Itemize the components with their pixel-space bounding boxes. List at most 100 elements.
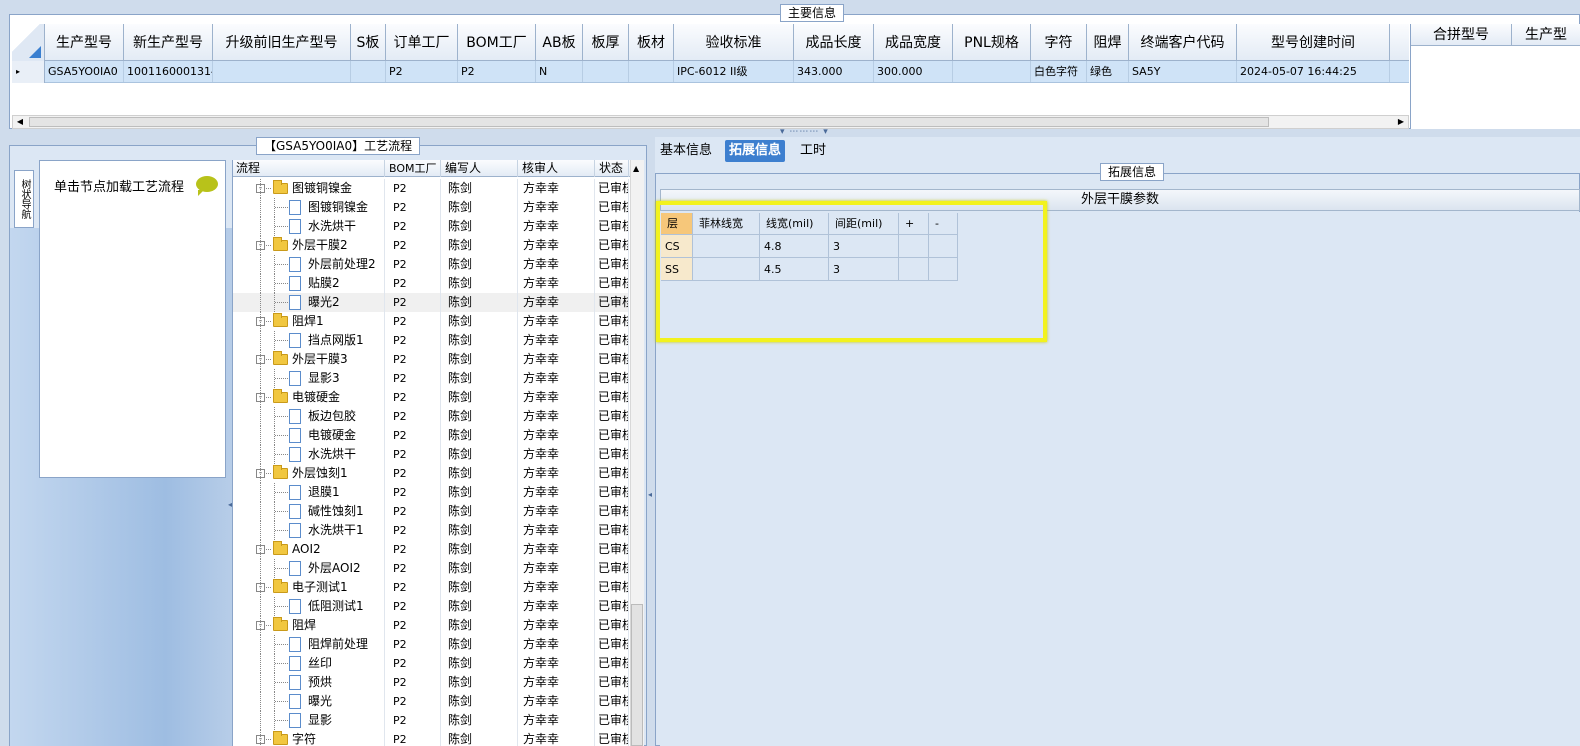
tree-node[interactable]: 图镀铜镍金 bbox=[233, 198, 385, 217]
main-col-15[interactable]: 终端客户代码 bbox=[1129, 24, 1237, 60]
writer-cell[interactable]: 陈剑 bbox=[442, 407, 518, 426]
reviewer-cell[interactable]: 方幸幸 bbox=[519, 464, 595, 483]
main-col-3[interactable]: S板 bbox=[351, 24, 386, 60]
writer-cell[interactable]: 陈剑 bbox=[442, 540, 518, 559]
main-cell-4[interactable]: P2 bbox=[386, 61, 458, 82]
splitter-grip-icon[interactable]: ▾ ⋯⋯⋯ ▾ bbox=[780, 127, 829, 137]
tree-row[interactable]: 外层AOI2 P2陈剑方幸幸已审核 bbox=[233, 559, 629, 578]
writer-cell[interactable]: 陈剑 bbox=[442, 293, 518, 312]
bom-factory-cell[interactable]: P2 bbox=[386, 578, 441, 597]
bom-factory-cell[interactable]: P2 bbox=[386, 293, 441, 312]
status-cell[interactable]: 已审核 bbox=[596, 692, 629, 711]
tree-node[interactable]: 预烘 bbox=[233, 673, 385, 692]
main-cell-9[interactable]: IPC-6012 II级 bbox=[674, 61, 794, 82]
tree-node[interactable]: 丝印 bbox=[233, 654, 385, 673]
bom-factory-cell[interactable]: P2 bbox=[386, 692, 441, 711]
status-cell[interactable]: 已审核 bbox=[596, 521, 629, 540]
status-cell[interactable]: 已审核 bbox=[596, 635, 629, 654]
reviewer-cell[interactable]: 方幸幸 bbox=[519, 711, 595, 730]
reviewer-cell[interactable]: 方幸幸 bbox=[519, 388, 595, 407]
scroll-left-icon[interactable]: ◀ bbox=[13, 116, 27, 128]
writer-cell[interactable]: 陈剑 bbox=[442, 730, 518, 746]
tree-node[interactable]: - 外层蚀刻1 bbox=[233, 464, 385, 483]
tree-node[interactable]: 退膜1 bbox=[233, 483, 385, 502]
tree-node[interactable]: 外层前处理2 bbox=[233, 255, 385, 274]
tree-nav-tab[interactable]: 树状导航 bbox=[14, 170, 34, 228]
writer-cell[interactable]: 陈剑 bbox=[442, 711, 518, 730]
status-cell[interactable]: 已审核 bbox=[596, 578, 629, 597]
status-cell[interactable]: 已审核 bbox=[596, 179, 629, 198]
tree-row[interactable]: 贴膜2 P2陈剑方幸幸已审核 bbox=[233, 274, 629, 293]
writer-cell[interactable]: 陈剑 bbox=[442, 312, 518, 331]
main-cell-13[interactable]: 白色字符 bbox=[1031, 61, 1087, 82]
main-col-7[interactable]: 板厚 bbox=[583, 24, 629, 60]
writer-cell[interactable]: 陈剑 bbox=[442, 597, 518, 616]
bom-factory-cell[interactable]: P2 bbox=[386, 255, 441, 274]
tree-node[interactable]: 曝光2 bbox=[233, 293, 385, 312]
reviewer-cell[interactable]: 方幸幸 bbox=[519, 331, 595, 350]
writer-cell[interactable]: 陈剑 bbox=[442, 236, 518, 255]
tree-node[interactable]: 显影3 bbox=[233, 369, 385, 388]
reviewer-cell[interactable]: 方幸幸 bbox=[519, 673, 595, 692]
main-cell-12[interactable] bbox=[953, 61, 1031, 82]
status-cell[interactable]: 已审核 bbox=[596, 540, 629, 559]
scroll-thumb[interactable] bbox=[29, 117, 1269, 127]
writer-cell[interactable]: 陈剑 bbox=[442, 388, 518, 407]
status-cell[interactable]: 已审核 bbox=[596, 464, 629, 483]
status-cell[interactable]: 已审核 bbox=[596, 502, 629, 521]
reviewer-cell[interactable]: 方幸幸 bbox=[519, 407, 595, 426]
tree-row[interactable]: 退膜1 P2陈剑方幸幸已审核 bbox=[233, 483, 629, 502]
status-cell[interactable]: 已审核 bbox=[596, 274, 629, 293]
tree-node[interactable]: - 外层干膜3 bbox=[233, 350, 385, 369]
tab-basic-info[interactable]: 基本信息 bbox=[656, 140, 716, 162]
main-col-10[interactable]: 成品长度 bbox=[794, 24, 874, 60]
tree-node[interactable]: 外层AOI2 bbox=[233, 559, 385, 578]
col-status[interactable]: 状态 bbox=[596, 160, 629, 177]
main-cell-0[interactable]: GSA5YO0IA0 bbox=[45, 61, 124, 82]
bom-factory-cell[interactable]: P2 bbox=[386, 730, 441, 746]
main-cell-6[interactable]: N bbox=[536, 61, 583, 82]
status-cell[interactable]: 已审核 bbox=[596, 654, 629, 673]
reviewer-cell[interactable]: 方幸幸 bbox=[519, 293, 595, 312]
status-cell[interactable]: 已审核 bbox=[596, 616, 629, 635]
tree-node[interactable]: 水洗烘干1 bbox=[233, 521, 385, 540]
writer-cell[interactable]: 陈剑 bbox=[442, 635, 518, 654]
tree-node[interactable]: 挡点网版1 bbox=[233, 331, 385, 350]
writer-cell[interactable]: 陈剑 bbox=[442, 521, 518, 540]
col-merged-model[interactable]: 合拼型号 bbox=[1411, 24, 1512, 46]
main-cell-2[interactable] bbox=[213, 61, 351, 82]
col-production[interactable]: 生产型 bbox=[1512, 24, 1580, 46]
bom-factory-cell[interactable]: P2 bbox=[386, 369, 441, 388]
col-writer[interactable]: 编写人 bbox=[442, 160, 518, 177]
reviewer-cell[interactable]: 方幸幸 bbox=[519, 616, 595, 635]
tree-node[interactable]: 阻焊前处理 bbox=[233, 635, 385, 654]
tree-node[interactable]: - 外层干膜2 bbox=[233, 236, 385, 255]
status-cell[interactable]: 已审核 bbox=[596, 483, 629, 502]
writer-cell[interactable]: 陈剑 bbox=[442, 483, 518, 502]
tree-row[interactable]: 显影3 P2陈剑方幸幸已审核 bbox=[233, 369, 629, 388]
bom-factory-cell[interactable]: P2 bbox=[386, 312, 441, 331]
status-cell[interactable]: 已审核 bbox=[596, 445, 629, 464]
tree-row[interactable]: 碱性蚀刻1 P2陈剑方幸幸已审核 bbox=[233, 502, 629, 521]
main-col-16[interactable]: 型号创建时间 bbox=[1237, 24, 1390, 60]
bom-factory-cell[interactable]: P2 bbox=[386, 521, 441, 540]
scroll-right-icon[interactable]: ▶ bbox=[1394, 116, 1408, 128]
tree-row[interactable]: -外层干膜2P2陈剑方幸幸已审核 bbox=[233, 236, 629, 255]
reviewer-cell[interactable]: 方幸幸 bbox=[519, 578, 595, 597]
col-reviewer[interactable]: 核审人 bbox=[519, 160, 595, 177]
writer-cell[interactable]: 陈剑 bbox=[442, 198, 518, 217]
table-row[interactable]: GSA5YO0IA010011600013148P2P2NIPC-6012 II… bbox=[45, 61, 1409, 83]
writer-cell[interactable]: 陈剑 bbox=[442, 350, 518, 369]
tree-row[interactable]: 曝光2 P2陈剑方幸幸已审核 bbox=[233, 293, 629, 312]
main-col-6[interactable]: AB板 bbox=[536, 24, 583, 60]
tree-row[interactable]: 图镀铜镍金 P2陈剑方幸幸已审核 bbox=[233, 198, 629, 217]
bom-factory-cell[interactable]: P2 bbox=[386, 217, 441, 236]
reviewer-cell[interactable]: 方幸幸 bbox=[519, 654, 595, 673]
tree-node[interactable]: 水洗烘干 bbox=[233, 217, 385, 236]
main-col-5[interactable]: BOM工厂 bbox=[458, 24, 536, 60]
col-bom-factory[interactable]: BOM工厂 bbox=[386, 160, 441, 177]
tree-row[interactable]: 曝光 P2陈剑方幸幸已审核 bbox=[233, 692, 629, 711]
tree-row[interactable]: -电子测试1P2陈剑方幸幸已审核 bbox=[233, 578, 629, 597]
vertical-scroll-thumb[interactable] bbox=[631, 604, 643, 746]
tree-row[interactable]: 电镀硬金 P2陈剑方幸幸已审核 bbox=[233, 426, 629, 445]
